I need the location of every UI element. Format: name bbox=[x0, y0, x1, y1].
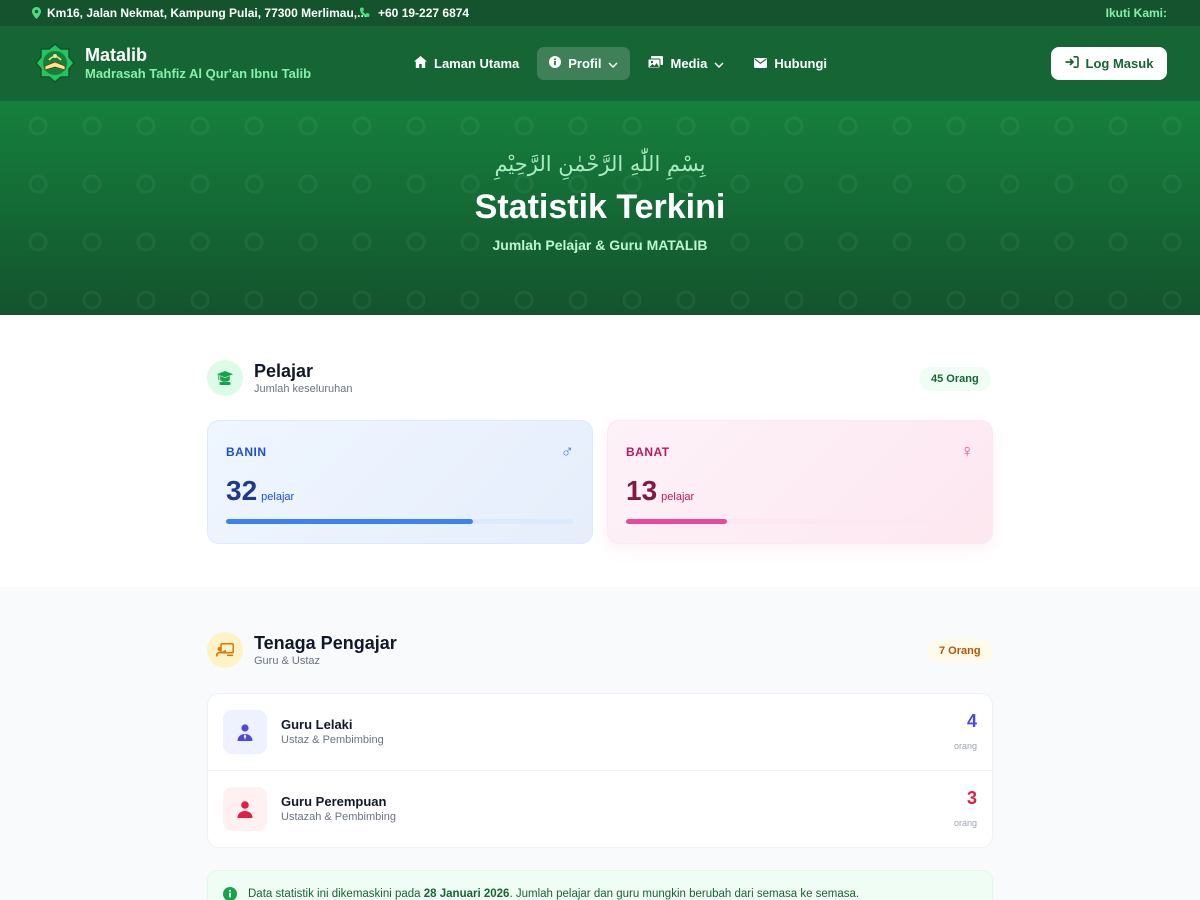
card-label: BANAT bbox=[626, 445, 670, 459]
notice-prefix: Data statistik ini dikemaskini pada bbox=[248, 888, 424, 900]
section-title: Tenaga Pengajar bbox=[254, 633, 397, 653]
follow-us-label: Ikuti Kami: bbox=[1105, 6, 1167, 20]
section-title: Pelajar bbox=[254, 361, 314, 381]
nav-item-home[interactable]: Laman Utama bbox=[402, 47, 531, 80]
students-total-badge: 45 Orang bbox=[919, 367, 991, 391]
card-unit: pelajar bbox=[261, 491, 295, 503]
students-section: Pelajar Jumlah keseluruhan 45 Orang BANI… bbox=[0, 315, 1200, 587]
list-item: Guru Lelaki Ustaz & Pembimbing 4 orang bbox=[208, 694, 992, 771]
info-icon bbox=[549, 56, 562, 71]
banat-count: 13 bbox=[626, 475, 658, 506]
banin-count: 32 bbox=[226, 475, 258, 506]
brand-text: Matalib Madrasah Tahfiz Al Qur'an Ibnu T… bbox=[85, 44, 311, 82]
nav-item-label: Profil bbox=[568, 56, 602, 71]
brand-name: Matalib bbox=[85, 45, 148, 65]
female-teacher-count: 3 bbox=[966, 788, 977, 808]
main-nav: Laman Utama Profil Media Hubungi bbox=[402, 47, 839, 80]
teachers-header: Tenaga Pengajar Guru & Ustaz bbox=[207, 632, 397, 668]
address-text: Km16, Jalan Nekmat, Kampung Pulai, 77300… bbox=[47, 6, 368, 20]
banat-card: BANAT ♀ 13 pelajar bbox=[607, 420, 993, 544]
nav-item-media[interactable]: Media bbox=[636, 47, 736, 80]
female-symbol-icon: ♀ bbox=[960, 441, 975, 461]
main-header: Matalib Madrasah Tahfiz Al Qur'an Ibnu T… bbox=[0, 26, 1200, 102]
banat-progress-track bbox=[626, 519, 974, 524]
teacher-category-subtitle: Ustaz & Pembimbing bbox=[281, 734, 384, 746]
sign-in-icon bbox=[1065, 56, 1079, 71]
info-circle-icon bbox=[223, 887, 237, 900]
teachers-list: Guru Lelaki Ustaz & Pembimbing 4 orang G… bbox=[207, 693, 993, 848]
teacher-category-name: Guru Perempuan bbox=[281, 794, 387, 809]
banat-progress-fill bbox=[626, 519, 727, 524]
notice-text: Data statistik ini dikemaskini pada 28 J… bbox=[248, 888, 859, 900]
section-subtitle: Guru & Ustaz bbox=[254, 655, 321, 667]
students-heading: Pelajar Jumlah keseluruhan bbox=[254, 360, 352, 396]
chevron-down-icon bbox=[714, 56, 724, 71]
graduate-icon bbox=[207, 360, 243, 396]
teachers-section: Tenaga Pengajar Guru & Ustaz 7 Orang Gur… bbox=[0, 587, 1200, 900]
madrasah-logo-icon bbox=[35, 43, 75, 83]
top-info-bar: Km16, Jalan Nekmat, Kampung Pulai, 77300… bbox=[0, 0, 1200, 26]
card-unit: pelajar bbox=[661, 491, 695, 503]
teachers-total-badge: 7 Orang bbox=[927, 639, 993, 663]
page-subtitle: Jumlah Pelajar & Guru MATALIB bbox=[492, 237, 708, 253]
section-subtitle: Jumlah keseluruhan bbox=[254, 383, 353, 395]
count-unit: orang bbox=[953, 741, 977, 751]
hero-banner: بِسْمِ اللّٰهِ الرَّحْمٰنِ الرَّحِيْمِ S… bbox=[0, 102, 1200, 315]
list-item: Guru Perempuan Ustazah & Pembimbing 3 or… bbox=[208, 771, 992, 848]
chevron-down-icon bbox=[608, 56, 619, 71]
teacher-category-name: Guru Lelaki bbox=[281, 717, 353, 732]
envelope-icon bbox=[754, 56, 768, 71]
chalkboard-teacher-icon bbox=[207, 632, 243, 668]
nav-item-label: Media bbox=[670, 56, 708, 71]
male-symbol-icon: ♂ bbox=[560, 441, 575, 461]
brand[interactable]: Matalib Madrasah Tahfiz Al Qur'an Ibnu T… bbox=[35, 43, 311, 83]
update-notice: Data statistik ini dikemaskini pada 28 J… bbox=[207, 870, 993, 900]
notice-date: 28 Januari 2026 bbox=[423, 888, 510, 900]
home-icon bbox=[414, 56, 427, 71]
teacher-category-subtitle: Ustazah & Pembimbing bbox=[281, 811, 396, 823]
banin-progress-fill bbox=[226, 519, 474, 524]
female-teacher-icon bbox=[223, 787, 267, 831]
page-title: Statistik Terkini bbox=[474, 188, 726, 226]
card-label: BANIN bbox=[226, 445, 267, 459]
nav-item-label: Hubungi bbox=[774, 56, 828, 71]
nav-item-profile[interactable]: Profil bbox=[537, 47, 631, 80]
card-value-group: 13 pelajar bbox=[626, 475, 694, 507]
notice-suffix: . Jumlah pelajar dan guru mungkin beruba… bbox=[509, 888, 860, 900]
address-info: Km16, Jalan Nekmat, Kampung Pulai, 77300… bbox=[32, 6, 367, 20]
nav-item-label: Laman Utama bbox=[434, 56, 520, 71]
card-value-group: 32 pelajar bbox=[226, 475, 294, 507]
phone-info[interactable]: +60 19-227 6874 bbox=[359, 6, 469, 20]
nav-item-contact[interactable]: Hubungi bbox=[742, 47, 839, 80]
banin-card: BANIN ♂ 32 pelajar bbox=[207, 420, 593, 544]
login-button[interactable]: Log Masuk bbox=[1051, 47, 1167, 80]
login-button-label: Log Masuk bbox=[1085, 56, 1154, 71]
brand-subtitle: Madrasah Tahfiz Al Qur'an Ibnu Talib bbox=[85, 66, 312, 81]
male-teacher-icon bbox=[223, 710, 267, 754]
gallery-icon bbox=[647, 56, 664, 71]
bismillah-text: بِسْمِ اللّٰهِ الرَّحْمٰنِ الرَّحِيْمِ bbox=[494, 152, 706, 176]
students-header: Pelajar Jumlah keseluruhan bbox=[207, 360, 352, 396]
phone-text: +60 19-227 6874 bbox=[378, 6, 470, 20]
map-pin-icon bbox=[32, 7, 41, 19]
phone-icon bbox=[359, 7, 371, 19]
banin-progress-track bbox=[226, 519, 574, 524]
teachers-heading: Tenaga Pengajar Guru & Ustaz bbox=[254, 632, 397, 668]
male-teacher-count: 4 bbox=[966, 711, 977, 731]
count-unit: orang bbox=[953, 818, 977, 828]
